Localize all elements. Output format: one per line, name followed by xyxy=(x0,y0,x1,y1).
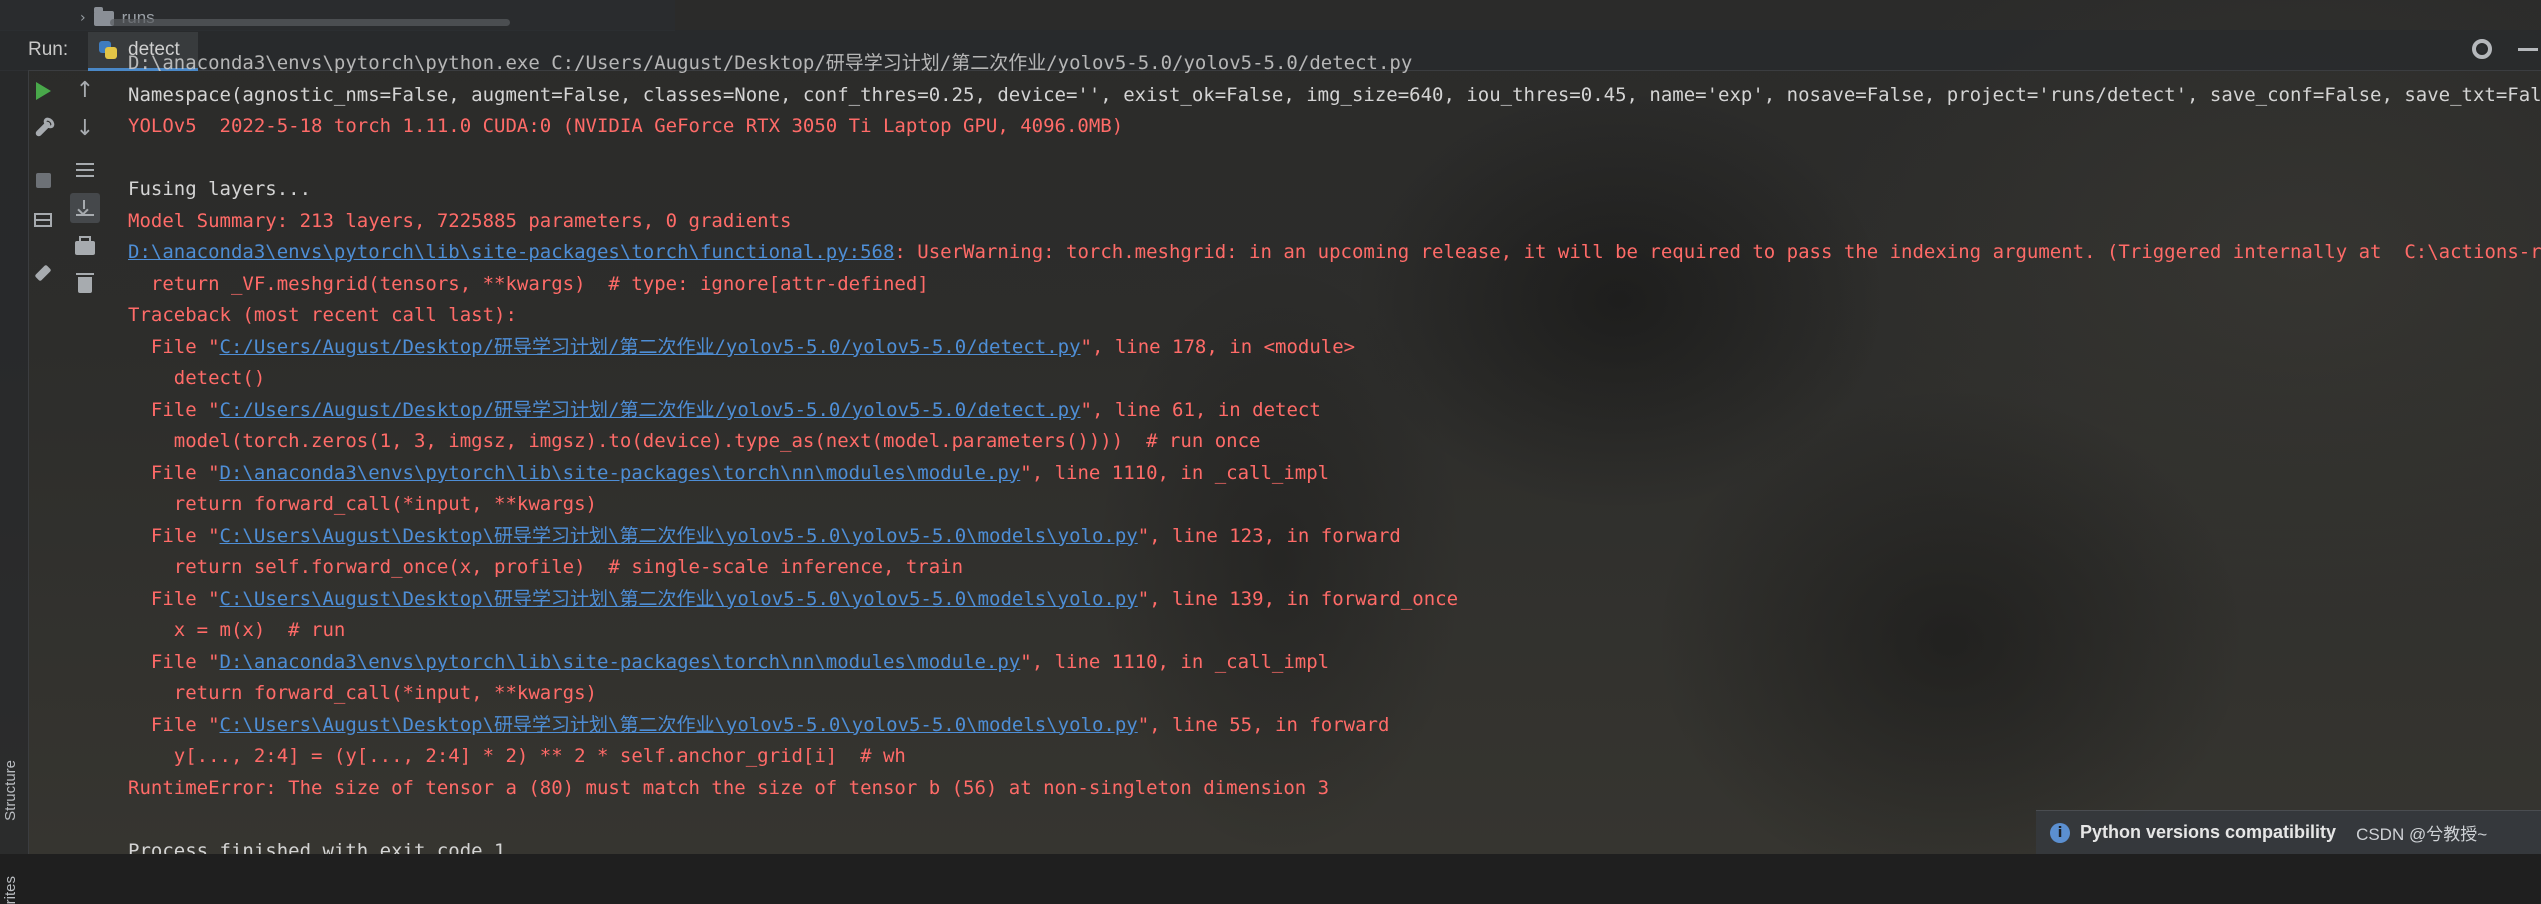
console-line: File "C:/Users/August/Desktop/研导学习计划/第二次… xyxy=(128,395,2541,427)
console-text: Namespace(agnostic_nms=False, augment=Fa… xyxy=(128,83,2541,106)
console-line: File "C:\Users\August\Desktop\研导学习计划\第二次… xyxy=(128,710,2541,742)
console-line: Traceback (most recent call last): xyxy=(128,300,2541,332)
console-line: D:\anaconda3\envs\pytorch\lib\site-packa… xyxy=(128,237,2541,269)
run-toolbar: ↑ ↓ xyxy=(28,70,108,330)
console-text: ", line 123, in forward xyxy=(1137,524,1401,547)
previous-occurrence-button[interactable]: ↑ xyxy=(70,76,100,106)
console-text: File " xyxy=(128,713,220,736)
file-link[interactable]: D:\anaconda3\envs\pytorch\lib\site-packa… xyxy=(220,462,1021,484)
scroll-to-end-icon xyxy=(76,200,94,216)
file-link[interactable]: D:\anaconda3\envs\pytorch\lib\site-packa… xyxy=(220,651,1021,673)
console-line: detect() xyxy=(128,363,2541,395)
pin-icon xyxy=(34,264,52,282)
console-text: File " xyxy=(128,587,220,610)
console-line: return _VF.meshgrid(tensors, **kwargs) #… xyxy=(128,269,2541,301)
soft-wrap-button[interactable] xyxy=(70,155,100,185)
console-line: File "C:\Users\August\Desktop\研导学习计划\第二次… xyxy=(128,584,2541,616)
favorites-tab[interactable]: rites xyxy=(2,876,19,904)
console-line: File "D:\anaconda3\envs\pytorch\lib\site… xyxy=(128,458,2541,490)
console-output[interactable]: D:\anaconda3\envs\pytorch\python.exe C:/… xyxy=(128,48,2541,854)
file-link[interactable]: C:/Users/August/Desktop/研导学习计划/第二次作业/yol… xyxy=(220,399,1081,421)
file-link[interactable]: C:/Users/August/Desktop/研导学习计划/第二次作业/yol… xyxy=(220,336,1081,358)
edit-config-button[interactable] xyxy=(28,114,58,144)
stop-button[interactable] xyxy=(28,165,58,195)
console-text: ", line 61, in detect xyxy=(1080,398,1321,421)
print-icon xyxy=(75,236,95,255)
console-text: File " xyxy=(128,524,220,547)
notification-bar[interactable]: i Python versions compatibility CSDN @兮教… xyxy=(2036,810,2541,854)
console-line: return self.forward_once(x, profile) # s… xyxy=(128,552,2541,584)
console-text: x = m(x) # run xyxy=(128,619,346,641)
console-text: RuntimeError: The size of tensor a (80) … xyxy=(128,776,1330,799)
arrow-down-icon: ↓ xyxy=(75,116,95,141)
file-link[interactable]: C:\Users\August\Desktop\研导学习计划\第二次作业\yol… xyxy=(220,525,1138,547)
console-line: y[..., 2:4] = (y[..., 2:4] * 2) ** 2 * s… xyxy=(128,741,2541,773)
console-text: D:\anaconda3\envs\pytorch\python.exe C:/… xyxy=(128,52,1413,74)
console-text: return forward_call(*input, **kwargs) xyxy=(128,682,597,704)
console-line: Namespace(agnostic_nms=False, augment=Fa… xyxy=(128,80,2541,112)
console-text: File " xyxy=(128,335,220,358)
console-text: : UserWarning: torch.meshgrid: in an upc… xyxy=(894,241,2541,263)
arrow-up-icon: ↑ xyxy=(75,78,95,103)
stop-icon xyxy=(35,172,51,188)
console-line: File "C:\Users\August\Desktop\研导学习计划\第二次… xyxy=(128,521,2541,553)
console-line: File "D:\anaconda3\envs\pytorch\lib\site… xyxy=(128,647,2541,679)
info-icon: i xyxy=(2050,822,2070,843)
console-text: model(torch.zeros(1, 3, imgsz, imgsz).to… xyxy=(128,430,1261,452)
trash-icon xyxy=(76,273,94,293)
console-text: ", line 1110, in _call_impl xyxy=(1020,650,1330,673)
clear-all-button[interactable] xyxy=(70,270,100,300)
console-text: return _VF.meshgrid(tensors, **kwargs) #… xyxy=(128,272,929,295)
layout-icon xyxy=(34,213,52,227)
layout-button[interactable] xyxy=(28,205,58,235)
console-text: ", line 1110, in _call_impl xyxy=(1020,461,1330,484)
console-text: Process finished with exit code 1 xyxy=(128,839,506,855)
console-text: File " xyxy=(128,398,220,421)
soft-wrap-icon xyxy=(76,163,94,177)
console-text: File " xyxy=(128,461,220,484)
console-line: RuntimeError: The size of tensor a (80) … xyxy=(128,773,2541,805)
notification-title[interactable]: Python versions compatibility xyxy=(2080,822,2336,843)
file-link[interactable]: C:\Users\August\Desktop\研导学习计划\第二次作业\yol… xyxy=(220,714,1138,736)
console-text: ", line 178, in <module> xyxy=(1080,335,1356,358)
rerun-button[interactable] xyxy=(28,76,58,106)
run-label: Run: xyxy=(28,39,69,60)
console-text: detect() xyxy=(128,367,266,389)
watermark-text: CSDN @兮教授~ xyxy=(2356,825,2488,844)
console-text: Model Summary: 213 layers, 7225885 param… xyxy=(128,209,792,232)
structure-tab[interactable]: Structure xyxy=(2,760,19,821)
file-link[interactable]: D:\anaconda3\envs\pytorch\lib\site-packa… xyxy=(128,241,894,263)
console-text: File " xyxy=(128,650,220,673)
project-tree-strip: › runs xyxy=(0,0,675,31)
console-line: Model Summary: 213 layers, 7225885 param… xyxy=(128,206,2541,238)
console-line: Fusing layers... xyxy=(128,174,2541,206)
console-text: y[..., 2:4] = (y[..., 2:4] * 2) ** 2 * s… xyxy=(128,745,906,767)
console-text: return forward_call(*input, **kwargs) xyxy=(128,493,597,515)
horizontal-scrollbar[interactable] xyxy=(110,19,510,26)
left-tool-window-strip: Structure rites xyxy=(0,70,29,904)
console-text: ", line 139, in forward_once xyxy=(1137,587,1459,610)
console-line: return forward_call(*input, **kwargs) xyxy=(128,489,2541,521)
print-button[interactable] xyxy=(70,233,100,263)
chevron-right-icon[interactable]: › xyxy=(80,10,86,26)
run-icon xyxy=(35,82,51,100)
console-line: return forward_call(*input, **kwargs) xyxy=(128,678,2541,710)
console-line: model(torch.zeros(1, 3, imgsz, imgsz).to… xyxy=(128,426,2541,458)
console-text: YOLOv5 2022-5-18 torch 1.11.0 CUDA:0 (NV… xyxy=(128,115,1124,137)
next-occurrence-button[interactable]: ↓ xyxy=(70,114,100,144)
scroll-to-end-button[interactable] xyxy=(70,193,100,223)
console-line: x = m(x) # run xyxy=(128,615,2541,647)
console-text: ", line 55, in forward xyxy=(1137,713,1390,736)
console-text: Traceback (most recent call last): xyxy=(128,304,517,326)
console-line: YOLOv5 2022-5-18 torch 1.11.0 CUDA:0 (NV… xyxy=(128,111,2541,143)
console-text: return self.forward_once(x, profile) # s… xyxy=(128,556,964,578)
wrench-icon xyxy=(34,120,52,138)
console-line: File "C:/Users/August/Desktop/研导学习计划/第二次… xyxy=(128,332,2541,364)
python-icon xyxy=(98,40,118,60)
file-link[interactable]: C:\Users\August\Desktop\研导学习计划\第二次作业\yol… xyxy=(220,588,1138,610)
console-line: D:\anaconda3\envs\pytorch\python.exe C:/… xyxy=(128,48,2541,80)
pin-tab-button[interactable] xyxy=(28,258,58,288)
console-text: Fusing layers... xyxy=(128,178,312,200)
